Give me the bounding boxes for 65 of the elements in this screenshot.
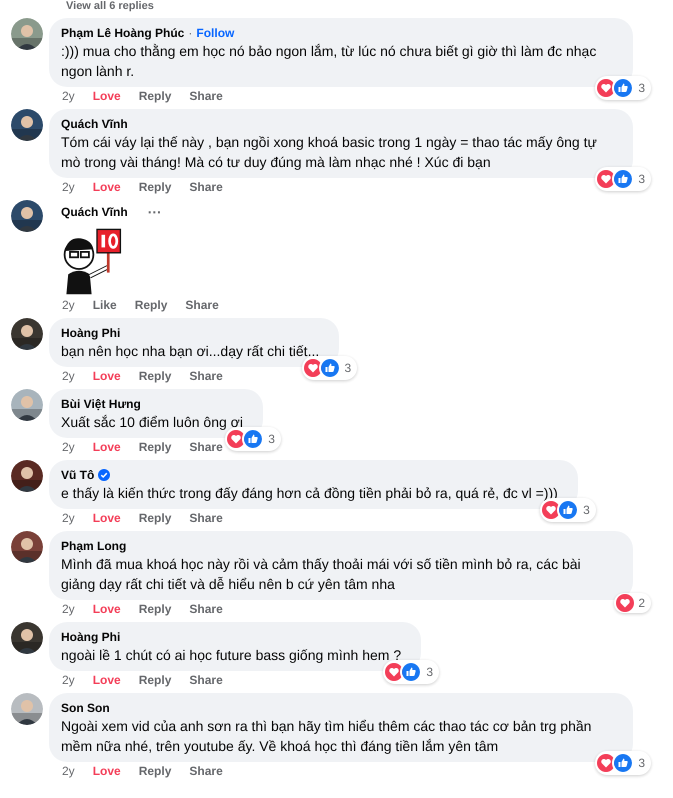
more-options-button[interactable]: ··· bbox=[148, 206, 162, 218]
share-link[interactable]: Share bbox=[189, 673, 223, 687]
comment-text: :))) mua cho thằng em học nó bảo ngon lắm, từ lúc nó chưa biết gì giờ thì làm đc nhạc ngon lành r. bbox=[61, 42, 598, 81]
share-link[interactable]: Share bbox=[189, 764, 223, 778]
author-name[interactable]: Vũ Tô bbox=[61, 467, 94, 483]
reply-link[interactable]: Reply bbox=[138, 369, 172, 383]
timestamp: 2y bbox=[62, 369, 75, 383]
react-link[interactable]: Like bbox=[92, 298, 117, 312]
author-name[interactable]: Quách Vĩnh bbox=[61, 204, 128, 220]
react-link[interactable]: Love bbox=[92, 673, 121, 687]
react-link[interactable]: Love bbox=[92, 369, 121, 383]
share-link[interactable]: Share bbox=[189, 89, 223, 103]
reaction-count: 3 bbox=[638, 755, 645, 772]
timestamp: 2y bbox=[62, 440, 75, 454]
react-link[interactable]: Love bbox=[92, 440, 121, 454]
comment-text: Tóm cái váy lại thế này , bạn ngồi xong khoá basic trong 1 ngày = thao tác mấy ông tự mò trong vài tháng! Mà có tư duy đúng mà làm nhạc nhé ! Xúc đi bạn bbox=[61, 133, 598, 172]
comment-text: Xuất sắc 10 điểm luôn ông ơi bbox=[61, 413, 244, 432]
reaction-count: 3 bbox=[268, 431, 275, 448]
separator-dot: · bbox=[188, 25, 192, 41]
react-link[interactable]: Love bbox=[92, 511, 121, 525]
comment-text: Mình đã mua khoá học này rồi và cảm thấy thoải mái với số tiền mình bỏ ra, các bài giảng dạy rất chi tiết và dễ hiểu nên b cứ yên tâm nha bbox=[61, 555, 582, 594]
reaction-count: 3 bbox=[583, 502, 590, 519]
reaction-count: 2 bbox=[638, 595, 645, 612]
reply-link[interactable]: Reply bbox=[138, 180, 172, 194]
react-link[interactable]: Love bbox=[92, 602, 121, 616]
reply-link[interactable]: Reply bbox=[138, 511, 172, 525]
reply-link[interactable]: Reply bbox=[138, 602, 172, 616]
timestamp: 2y bbox=[62, 673, 75, 687]
author-name[interactable]: Phạm Lê Hoàng Phúc bbox=[61, 25, 184, 41]
author-name[interactable]: Hoàng Phi bbox=[61, 325, 120, 341]
react-link[interactable]: Love bbox=[92, 180, 121, 194]
comment-text: Ngoài xem vid của anh sơn ra thì bạn hãy tìm hiểu thêm các thao tác cơ bản trg phần mềm nữa nhé, trên youtube ấy. Về khoá học thì đáng tiền lắm yên tâm bbox=[61, 717, 592, 756]
comment-text: bạn nên học nha bạn ơi...dạy rất chi tiết... bbox=[61, 342, 320, 361]
timestamp: 2y bbox=[62, 602, 75, 616]
reply-link[interactable]: Reply bbox=[138, 673, 172, 687]
author-name[interactable]: Phạm Long bbox=[61, 538, 126, 554]
author-name[interactable]: Bùi Việt Hưng bbox=[61, 396, 141, 412]
timestamp: 2y bbox=[62, 511, 75, 525]
reaction-count: 3 bbox=[426, 664, 434, 681]
share-link[interactable]: Share bbox=[189, 440, 223, 454]
reaction-count: 3 bbox=[638, 171, 645, 188]
share-link[interactable]: Share bbox=[189, 180, 223, 194]
author-name[interactable]: Son Son bbox=[61, 700, 110, 716]
share-link[interactable]: Share bbox=[185, 298, 219, 312]
share-link[interactable]: Share bbox=[189, 511, 223, 525]
reply-link[interactable]: Reply bbox=[138, 89, 172, 103]
reply-link[interactable]: Reply bbox=[138, 764, 172, 778]
reaction-count: 3 bbox=[638, 80, 645, 97]
share-link[interactable]: Share bbox=[189, 369, 223, 383]
verified-badge-icon bbox=[98, 469, 110, 481]
reaction-count: 3 bbox=[344, 360, 352, 377]
timestamp: 2y bbox=[62, 89, 75, 103]
share-link[interactable]: Share bbox=[189, 602, 223, 616]
follow-link[interactable]: Follow bbox=[196, 25, 234, 41]
reply-link[interactable]: Reply bbox=[138, 440, 172, 454]
timestamp: 2y bbox=[62, 764, 75, 778]
timestamp: 2y bbox=[62, 298, 75, 312]
author-name[interactable]: Hoàng Phi bbox=[61, 629, 120, 645]
timestamp: 2y bbox=[62, 180, 75, 194]
comment-text: ngoài lề 1 chút có ai học future bass giống mình hem ? bbox=[61, 646, 402, 665]
view-replies-link[interactable]: View all 6 replies bbox=[66, 0, 154, 12]
reply-link[interactable]: Reply bbox=[134, 298, 168, 312]
react-link[interactable]: Love bbox=[92, 89, 121, 103]
author-name[interactable]: Quách Vĩnh bbox=[61, 116, 128, 132]
react-link[interactable]: Love bbox=[92, 764, 121, 778]
